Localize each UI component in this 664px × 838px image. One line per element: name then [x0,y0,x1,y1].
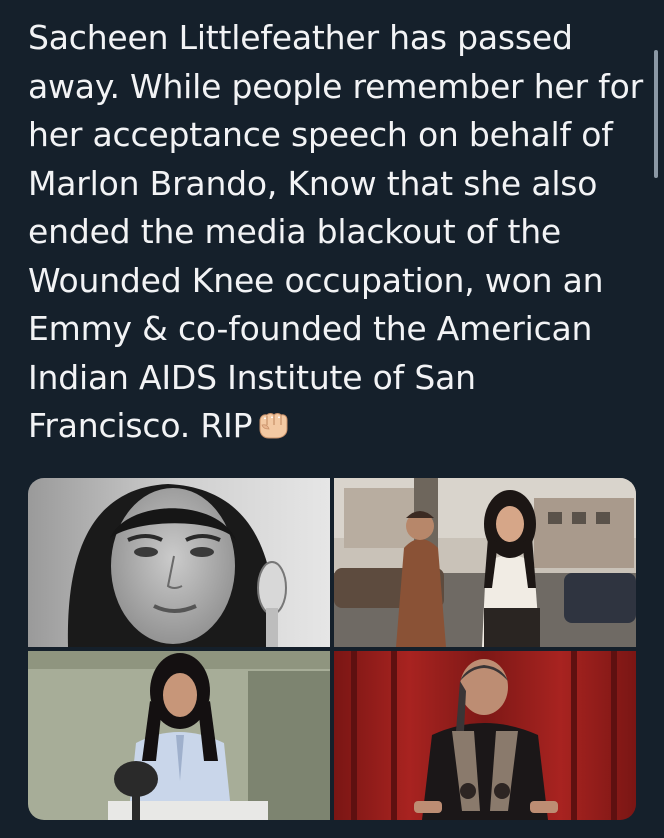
oncoming-fist-icon [259,413,288,439]
tweet-text-line: ended the media blackout of the [28,212,562,251]
tweet-text-line-last: Francisco. RIP [28,402,640,451]
portrait-photo[interactable] [28,478,330,647]
interview-photo[interactable] [28,651,330,820]
scrollbar[interactable] [654,50,658,178]
interview-photo-image [28,651,330,820]
tweet-text-line: Wounded Knee occupation, won an [28,260,604,300]
tweet-text-line: Indian AIDS Institute of San [28,357,476,397]
portrait-photo-image [28,478,330,647]
media-grid [28,478,636,820]
tweet-text-end: Francisco. RIP [28,406,253,445]
tweet-text: Sacheen Littlefeather has passed away. W… [28,14,643,451]
tweet-text-line: Marlon Brando, Know that she also [28,163,598,203]
tweet-text-line: Sacheen Littlefeather has passed [28,18,573,57]
tweet-screen: { "tweet": { "text_lines": [ "Sacheen Li… [0,0,664,838]
tweet-text-line: her acceptance speech on behalf of [28,115,613,154]
stage-photo[interactable] [334,651,636,820]
street-photo[interactable] [334,478,636,647]
tweet-text-line: Emmy & co-founded the American [28,309,593,348]
stage-photo-image [334,651,636,820]
street-photo-image [334,478,636,647]
tweet-text-line: away. While people remember her for [28,66,643,106]
